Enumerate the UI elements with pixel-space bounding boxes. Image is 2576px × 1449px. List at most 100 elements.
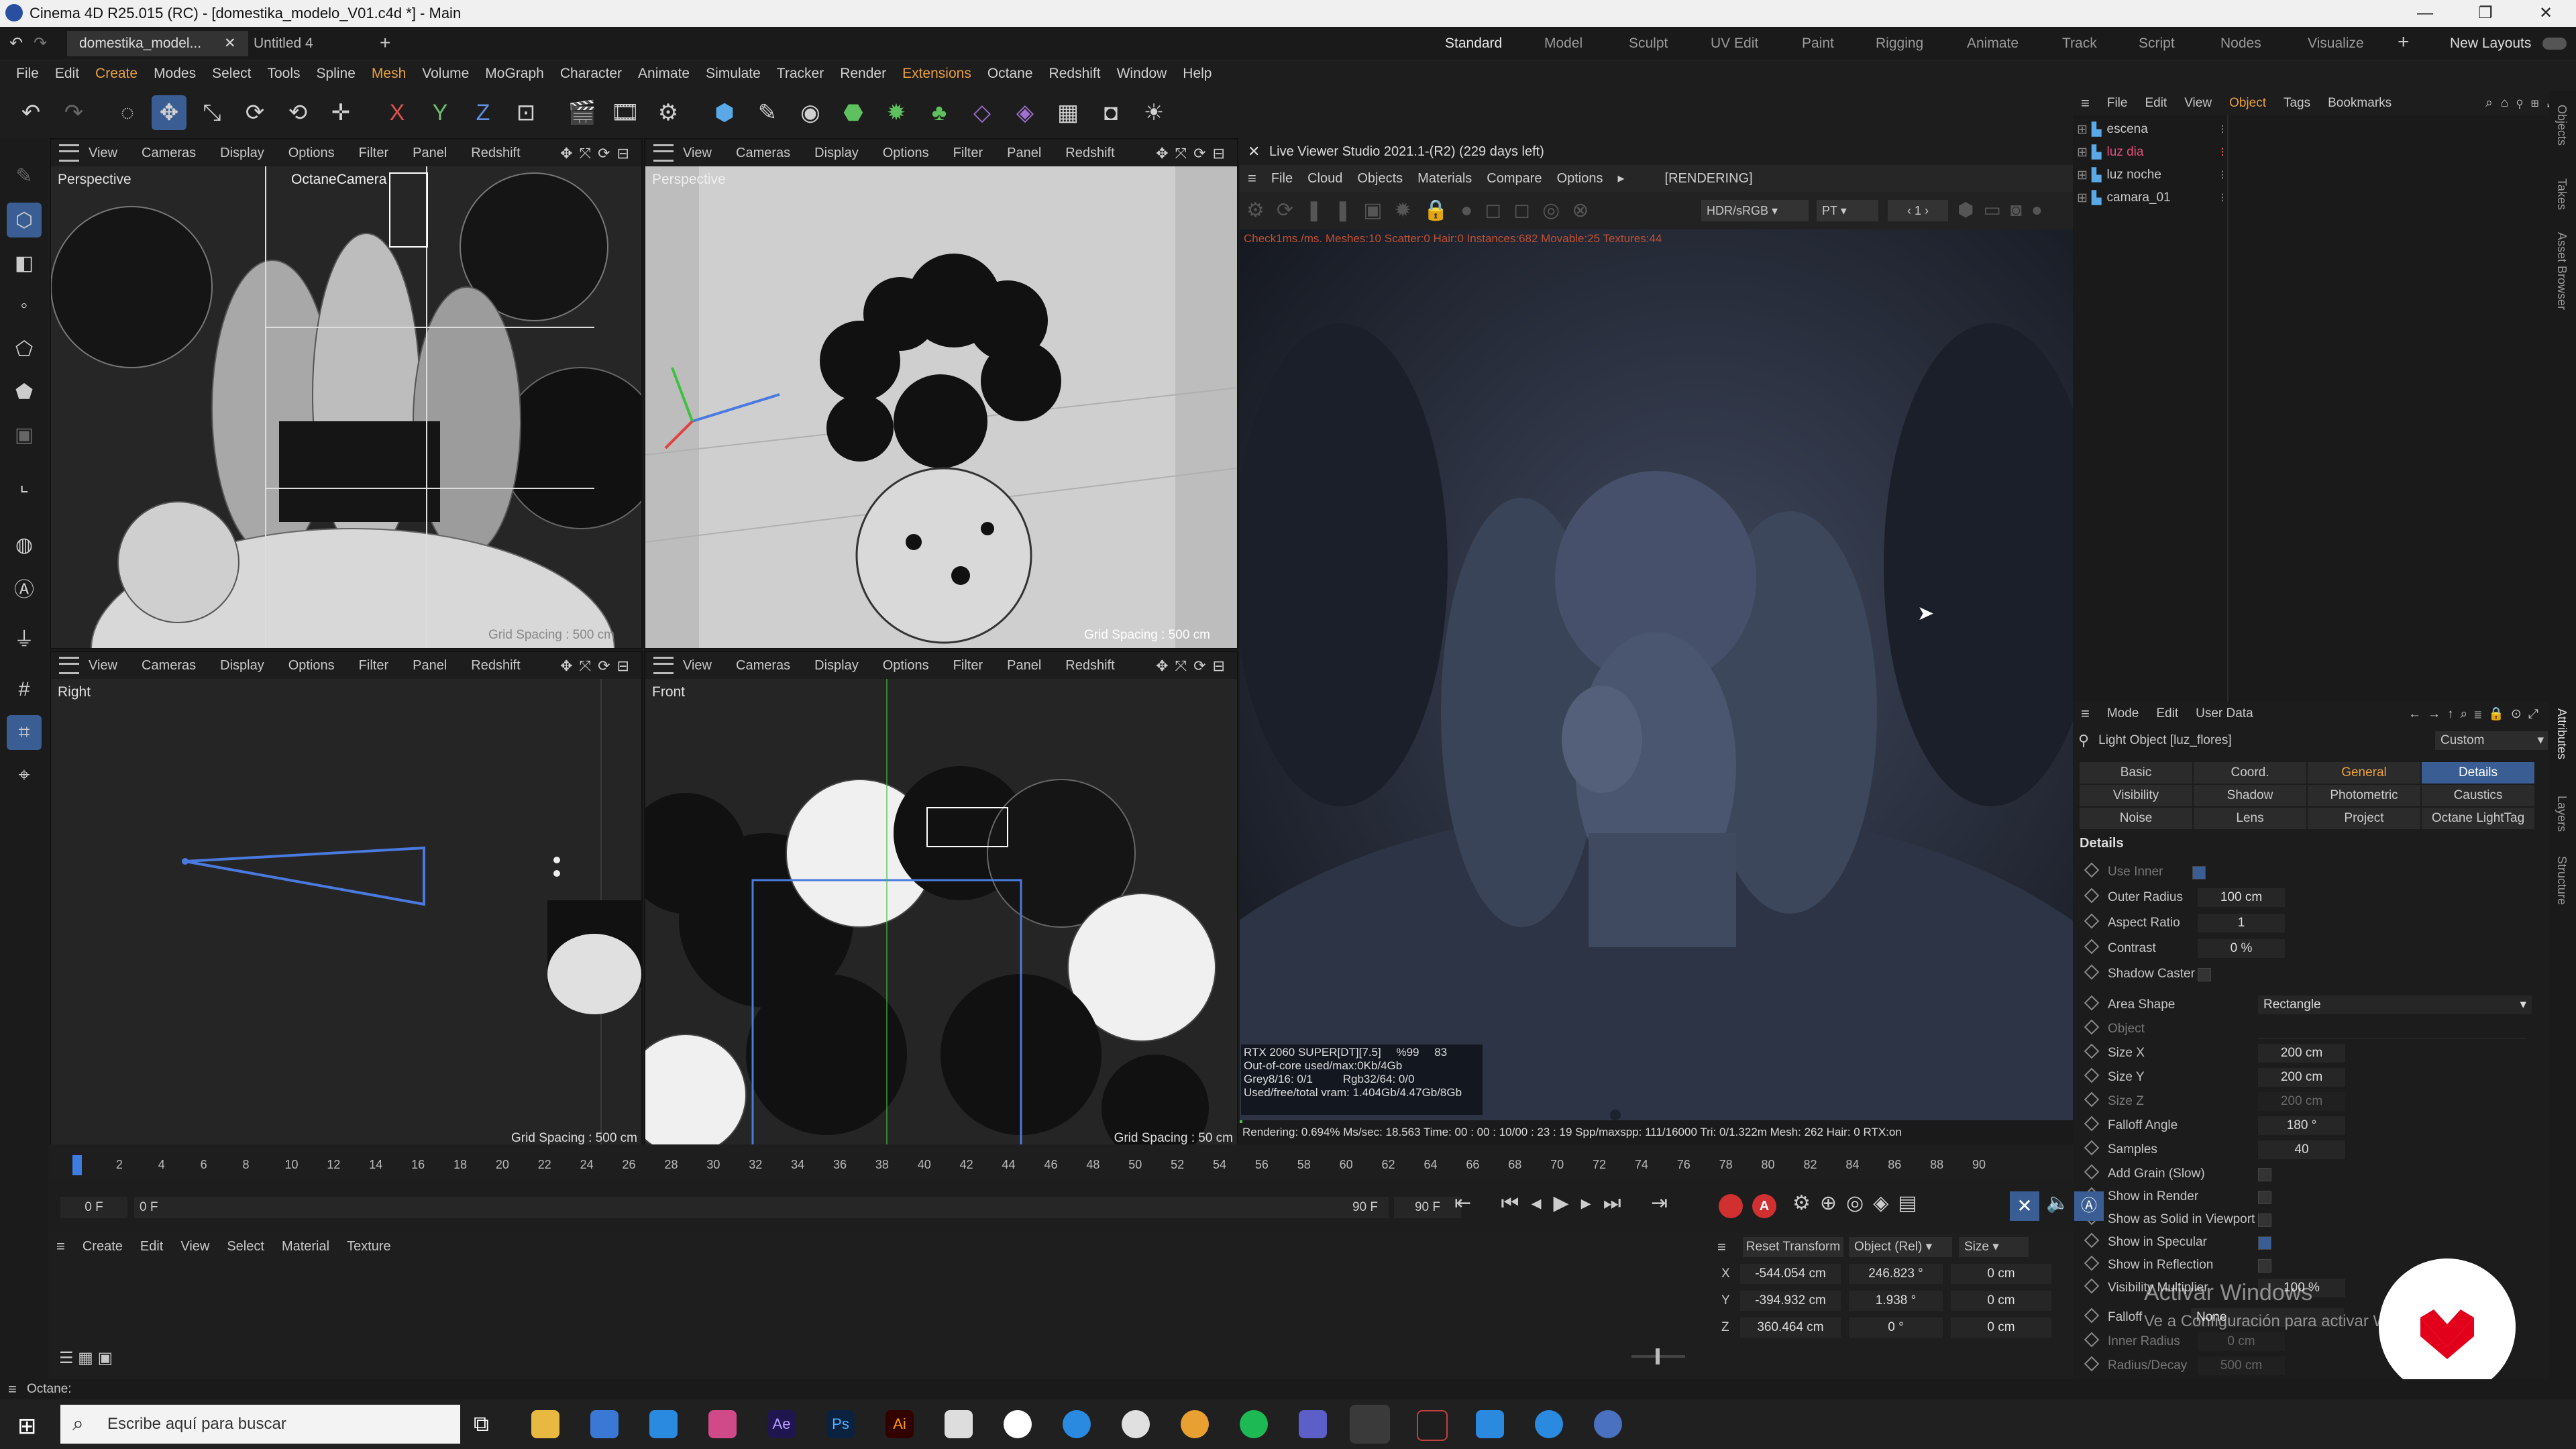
live-selection-icon[interactable]: ◌ xyxy=(110,95,145,130)
attr-tab-general[interactable]: General xyxy=(2308,762,2420,784)
viewport-front[interactable]: View Cameras Display Options Filter Pane… xyxy=(644,651,1238,1151)
vp-menu-view[interactable]: View xyxy=(89,146,117,161)
vp-menu-filter[interactable]: Filter xyxy=(953,658,983,674)
live-viewer-render[interactable]: Check1ms./ms. Meshes:10 Scatter:0 Hair:0… xyxy=(1240,229,2073,1120)
object-link-field[interactable] xyxy=(2258,1020,2526,1038)
expand-icon[interactable]: ⊞ xyxy=(2077,168,2088,183)
viewport-hamburger-icon[interactable] xyxy=(59,657,79,674)
taskbar-search[interactable]: ⌕ Escribe aquí para buscar xyxy=(60,1405,460,1444)
live-viewer-hamburger-icon[interactable]: ≡ xyxy=(1248,165,1256,192)
show-in-reflection-checkbox[interactable] xyxy=(2258,1259,2271,1273)
visibility-dots-icon[interactable]: ⁝ xyxy=(2220,145,2224,160)
visibility-dots-icon[interactable]: ⁝ xyxy=(2220,168,2224,183)
lv-menu-compare[interactable]: Compare xyxy=(1487,165,1542,192)
chrome-icon[interactable] xyxy=(1181,1410,1209,1438)
status-hamburger-icon[interactable]: ≡ xyxy=(8,1379,17,1399)
vp-menu-panel[interactable]: Panel xyxy=(413,658,447,674)
snap-grid-icon[interactable]: # xyxy=(7,672,42,707)
workplane-icon[interactable]: ⏚ xyxy=(7,620,42,655)
after-effects-icon[interactable]: Ae xyxy=(767,1410,796,1438)
camera-icon[interactable]: ◘ xyxy=(1093,95,1128,130)
radius-decay-field[interactable]: 500 cm xyxy=(2198,1356,2285,1375)
mm-menu-material[interactable]: Material xyxy=(282,1239,329,1254)
frame-range-slider[interactable]: 0 F 90 F xyxy=(134,1197,1389,1218)
floor-grid-icon[interactable]: ▦ xyxy=(1051,95,1085,130)
lv-menu-materials[interactable]: Materials xyxy=(1417,165,1472,192)
maximize-button[interactable]: ❐ xyxy=(2455,0,2516,27)
vp-menu-panel[interactable]: Panel xyxy=(1007,658,1041,674)
audio-icon[interactable]: 🔈 xyxy=(2046,1191,2070,1214)
mm-menu-edit[interactable]: Edit xyxy=(140,1239,163,1254)
om-menu-bookmarks[interactable]: Bookmarks xyxy=(2328,96,2392,111)
attr-tab-visibility[interactable]: Visibility xyxy=(2080,785,2192,806)
teams-icon[interactable] xyxy=(1299,1410,1327,1438)
menu-edit[interactable]: Edit xyxy=(55,60,79,87)
area-shape-select[interactable]: Rectangle ▾ xyxy=(2258,996,2532,1014)
falloff-angle-field[interactable]: 180 ° xyxy=(2258,1116,2345,1135)
menu-window[interactable]: Window xyxy=(1117,60,1167,87)
point-mode-icon[interactable]: ◦ xyxy=(7,288,42,323)
slack-icon[interactable] xyxy=(1122,1410,1150,1438)
viewport-nav-icons[interactable]: ✥⤧⟳⊟ xyxy=(1156,657,1232,675)
volume-icon[interactable]: ◈ xyxy=(1008,95,1042,130)
polygon-mode-icon[interactable]: ⬟ xyxy=(7,374,42,409)
mm-menu-create[interactable]: Create xyxy=(83,1239,123,1254)
size-x-coord-field[interactable]: 0 cm xyxy=(1951,1264,2051,1284)
viewport-right[interactable]: View Cameras Display Options Filter Pane… xyxy=(50,651,643,1151)
texture-mode-icon[interactable]: ◧ xyxy=(7,246,42,280)
attr-tab-noise[interactable]: Noise xyxy=(2080,808,2192,829)
vp-menu-redshift[interactable]: Redshift xyxy=(1065,146,1114,161)
show-in-render-checkbox[interactable] xyxy=(2258,1191,2271,1204)
attr-tab-octane-lighttag[interactable]: Octane LightTag xyxy=(2422,808,2534,829)
array-generator-icon[interactable]: ⬣ xyxy=(836,95,871,130)
attr-tab-lens[interactable]: Lens xyxy=(2194,808,2306,829)
menu-octane[interactable]: Octane xyxy=(987,60,1033,87)
size-y-coord-field[interactable]: 0 cm xyxy=(1951,1291,2051,1311)
undo-small-icon[interactable]: ↶ xyxy=(9,34,23,53)
model-mode-icon[interactable]: ⬡ xyxy=(7,203,42,237)
y-axis-lock-icon[interactable]: Y xyxy=(423,95,458,130)
vp-menu-options[interactable]: Options xyxy=(883,146,929,161)
layout-tab-paint[interactable]: Paint xyxy=(1802,27,1834,60)
vp-menu-display[interactable]: Display xyxy=(814,146,859,161)
spline-tool-icon[interactable]: ◇ xyxy=(965,95,1000,130)
shadow-caster-checkbox[interactable] xyxy=(2198,968,2211,981)
om-hamburger-icon[interactable]: ≡ xyxy=(2081,95,2090,112)
side-tab-layers[interactable]: Layers xyxy=(2555,796,2569,832)
menu-animate[interactable]: Animate xyxy=(638,60,690,87)
kernel-mode-select[interactable]: PT ▾ xyxy=(1817,200,1878,221)
show-solid-checkbox[interactable] xyxy=(2258,1214,2271,1227)
lv-menu-options[interactable]: Options xyxy=(1557,165,1603,192)
attr-tab-coord[interactable]: Coord. xyxy=(2194,762,2306,784)
uv-mode-icon[interactable]: ▣ xyxy=(7,417,42,452)
visibility-dots-icon[interactable]: ⁝ xyxy=(2220,122,2224,138)
viewport-hamburger-icon[interactable] xyxy=(653,657,674,674)
doc-tab-untitled[interactable]: Untitled 4 xyxy=(241,31,325,56)
snipping-tool-icon[interactable] xyxy=(945,1410,973,1438)
vp-menu-cameras[interactable]: Cameras xyxy=(142,658,196,674)
snap-enable-icon[interactable]: ⌗ xyxy=(7,715,42,750)
edge-mode-icon[interactable]: ⬠ xyxy=(7,331,42,366)
rot-x-field[interactable]: 246.823 ° xyxy=(1849,1264,1943,1284)
menu-extensions[interactable]: Extensions xyxy=(902,60,971,87)
use-inner-checkbox[interactable] xyxy=(2192,866,2206,879)
render-pass-stepper[interactable]: ‹ 1 › xyxy=(1888,200,1948,221)
timeline-ruler[interactable]: 0246810121416182022242628303234363840424… xyxy=(48,1144,2073,1182)
show-in-specular-checkbox[interactable] xyxy=(2258,1236,2271,1250)
attr-tab-basic[interactable]: Basic xyxy=(2080,762,2192,784)
axis-mode-icon[interactable]: ⌞ xyxy=(7,467,42,502)
spotify-icon[interactable] xyxy=(1240,1410,1268,1438)
attr-tab-photometric[interactable]: Photometric xyxy=(2308,785,2420,806)
render-picture-viewer-icon[interactable]: 🎞 xyxy=(608,95,643,130)
z-axis-lock-icon[interactable]: Z xyxy=(466,95,500,130)
reset-transform-button[interactable]: Reset Transform xyxy=(1743,1237,1843,1257)
menu-help[interactable]: Help xyxy=(1183,60,1212,87)
transform-tool-icon[interactable]: ✛ xyxy=(323,95,358,130)
viewport-hamburger-icon[interactable] xyxy=(653,144,674,162)
om-menu-edit[interactable]: Edit xyxy=(2145,96,2167,111)
cinema4d-alt-icon[interactable] xyxy=(1594,1410,1622,1438)
onedrive-icon[interactable] xyxy=(1063,1410,1091,1438)
menu-tools[interactable]: Tools xyxy=(267,60,300,87)
mm-hamburger-icon[interactable]: ≡ xyxy=(56,1238,65,1255)
size-x-field[interactable]: 200 cm xyxy=(2258,1044,2345,1063)
